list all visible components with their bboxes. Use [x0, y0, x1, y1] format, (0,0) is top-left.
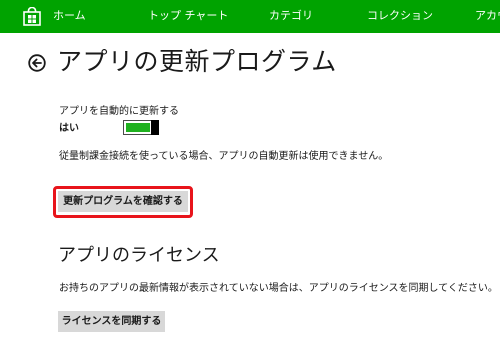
toggle-on-fill	[126, 123, 150, 132]
auto-update-state-text: はい	[59, 123, 79, 134]
metered-connection-note: 従量制課金接続を使っている場合、アプリの自動更新は使用できません。	[59, 151, 389, 162]
licenses-description: お持ちのアプリの最新情報が表示されていない場合は、アプリのライセンスを同期してく…	[59, 283, 498, 294]
nav-item-categories[interactable]: カテゴリ	[269, 9, 313, 23]
auto-update-label: アプリを自動的に更新する	[59, 106, 179, 117]
check-updates-button[interactable]: 更新プログラムを確認する	[58, 191, 188, 212]
sync-licenses-button[interactable]: ライセンスを同期する	[58, 311, 165, 332]
back-arrow-circle-icon[interactable]	[28, 54, 46, 72]
toggle-thumb[interactable]	[151, 120, 159, 135]
nav-item-top-charts[interactable]: トップ チャート	[148, 9, 228, 23]
page-title: アプリの更新プログラム	[57, 47, 337, 76]
auto-update-toggle[interactable]	[123, 120, 159, 135]
store-bag-icon[interactable]	[23, 7, 41, 26]
licenses-section-title: アプリのライセンス	[58, 245, 220, 266]
nav-item-collections[interactable]: コレクション	[367, 9, 433, 23]
nav-item-home[interactable]: ホーム	[53, 9, 86, 23]
nav-item-account[interactable]: アカウ	[475, 9, 500, 23]
top-navigation-bar: ホーム トップ チャート カテゴリ コレクション アカウ	[0, 0, 500, 33]
